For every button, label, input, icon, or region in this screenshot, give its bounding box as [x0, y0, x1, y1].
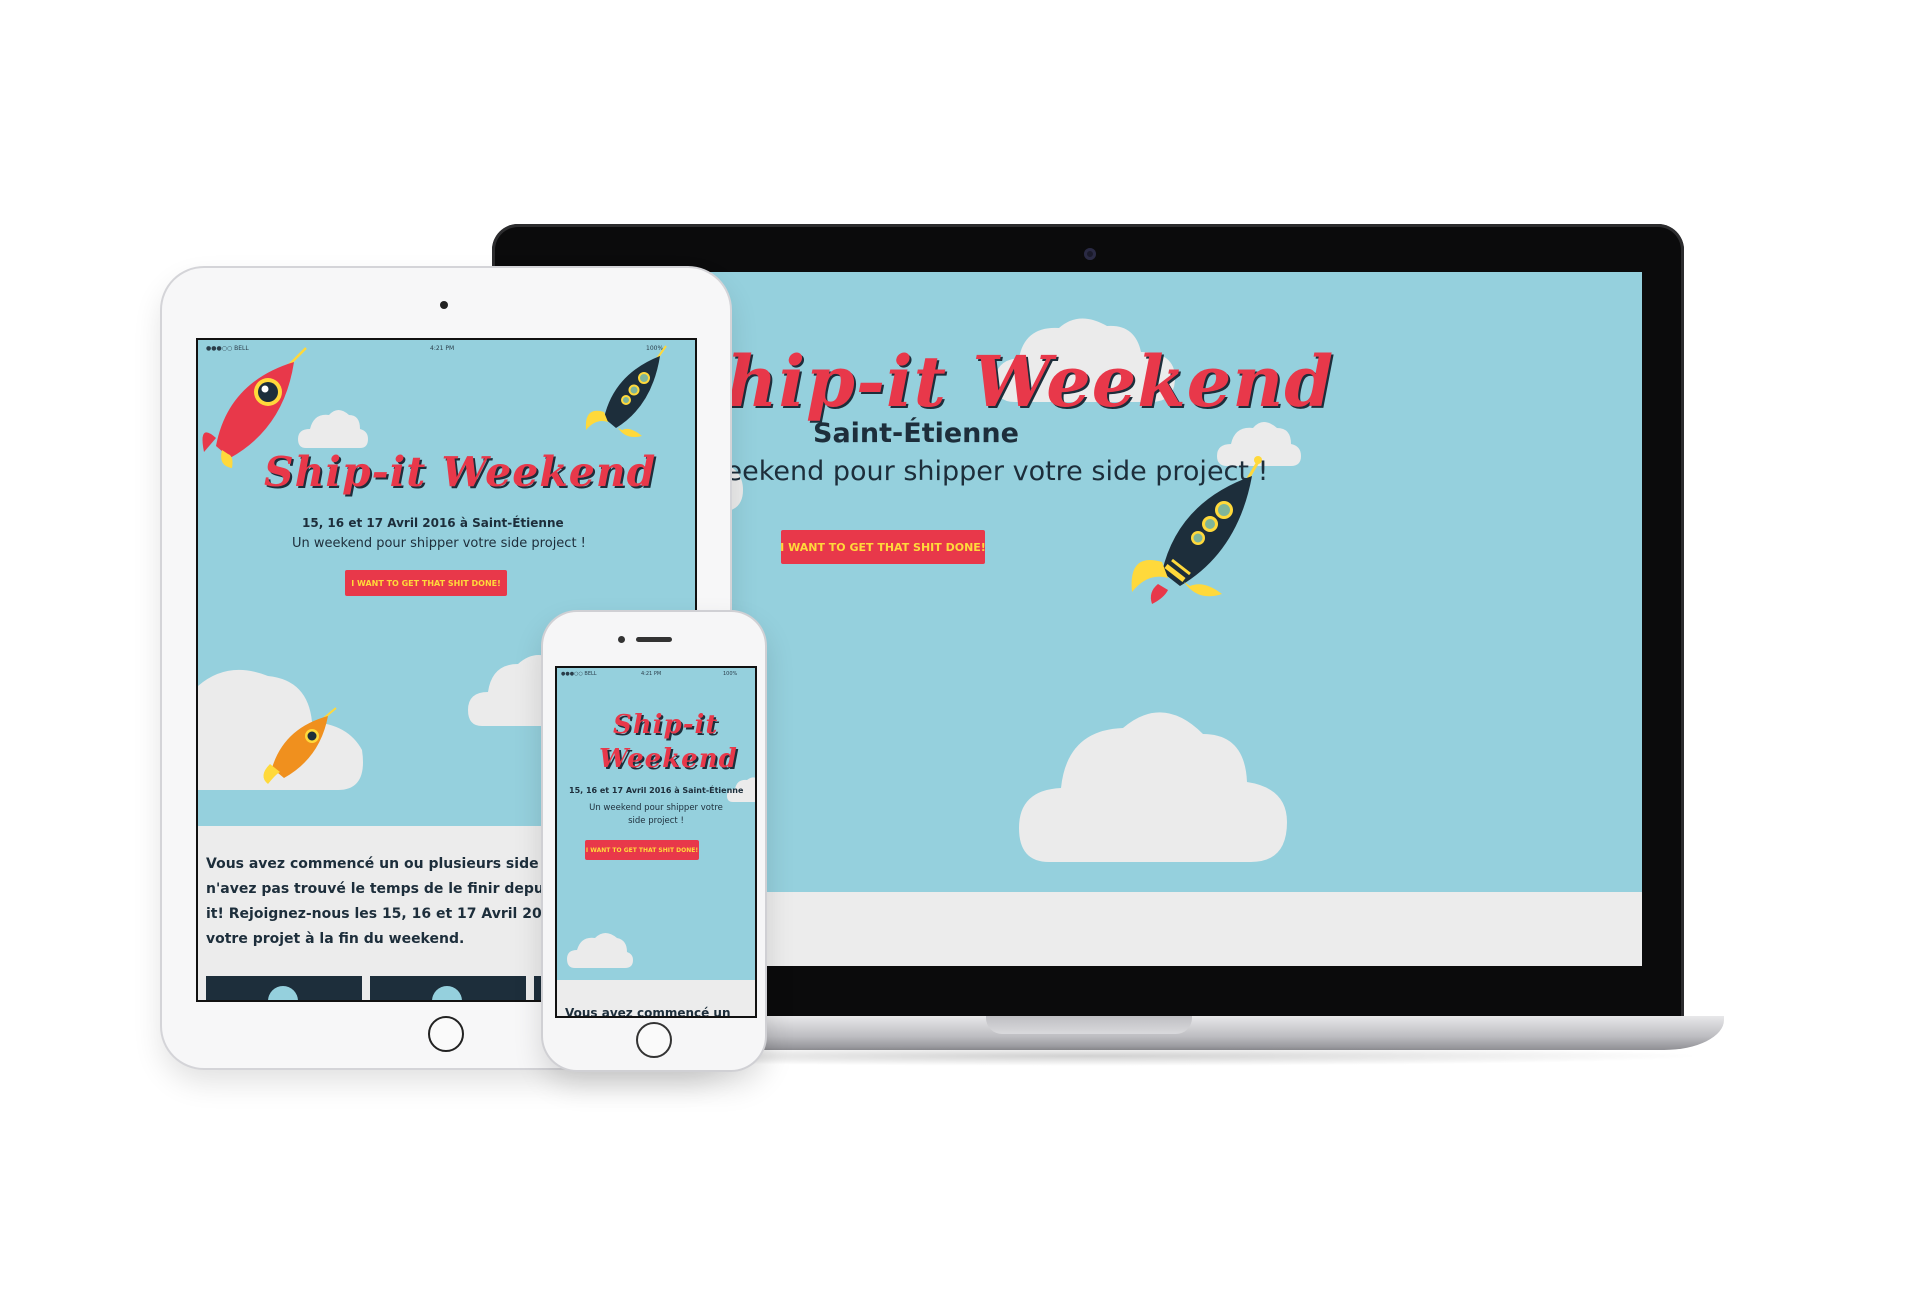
event-dates: 15, 16 et 17 Avril 2016 à Saint-Étienne — [569, 786, 744, 795]
feature-icon — [268, 986, 298, 1000]
status-time: 4:21 PM — [430, 345, 455, 352]
intro-line: Vous avez commencé un ou plusieurs side … — [206, 856, 561, 872]
rocket-orange-icon — [263, 707, 337, 784]
phone-speaker — [636, 637, 672, 642]
tagline: Un weekend pour shipper votre side proje… — [292, 536, 586, 551]
laptop-trackpad-notch — [986, 1016, 1192, 1034]
phone-camera-icon — [618, 636, 625, 643]
tagline: Un weekend pour shipper votre side proje… — [557, 802, 755, 828]
cloud-icon — [1019, 712, 1287, 862]
intro-line: votre projet à la fin du weekend. — [206, 931, 465, 947]
city-subtitle: Saint-Étienne — [813, 418, 1019, 449]
intro-line: it! Rejoignez-nous les 15, 16 et 17 Avri… — [206, 906, 567, 922]
status-battery: 100% — [723, 671, 738, 677]
cta-button[interactable]: I want to get that shit done! — [585, 840, 699, 860]
tagline: Un weekend pour shipper votre side proje… — [658, 456, 1269, 487]
status-carrier: ●●●○○ BELL — [561, 671, 597, 677]
phone-screen: ●●●○○ BELL 4:21 PM 100% Ship-it Weekend … — [555, 666, 757, 1018]
feature-card[interactable] — [206, 976, 362, 1000]
feature-card[interactable] — [370, 976, 526, 1000]
intro-line: Vous avez commencé un — [565, 1006, 731, 1018]
webcam-icon — [1084, 248, 1096, 260]
home-button[interactable] — [428, 1016, 464, 1052]
cta-button[interactable]: I want to get that shit done! — [345, 570, 507, 596]
page-title-line2: Weekend — [599, 744, 738, 774]
page-title: Ship-it Weekend — [675, 340, 1335, 423]
page-title-line1: Ship-it — [613, 710, 719, 740]
home-button[interactable] — [636, 1022, 672, 1058]
rocket-navy-icon — [585, 345, 667, 437]
intro-line: n'avez pas trouvé le temps de le finir d… — [206, 881, 557, 897]
tagline-text: Un weekend pour shipper votre side proje… — [589, 803, 723, 826]
event-dates: 15, 16 et 17 Avril 2016 à Saint-Étienne — [302, 516, 564, 530]
page-title: Ship-it Weekend — [264, 448, 657, 496]
feature-icon — [432, 986, 462, 1000]
cloud-icon — [567, 933, 633, 968]
cta-button[interactable]: I want to get that shit done! — [780, 530, 986, 564]
tablet-camera-icon — [440, 301, 448, 309]
status-time: 4:21 PM — [641, 671, 662, 677]
